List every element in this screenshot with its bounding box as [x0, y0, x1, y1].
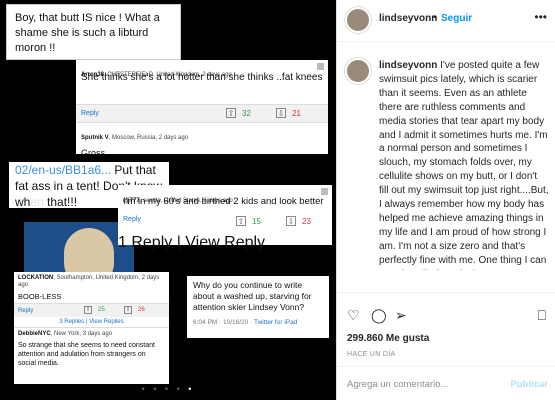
comment-location: , New York, 3 days ago: [50, 331, 113, 337]
avatar[interactable]: [345, 7, 371, 33]
username[interactable]: lindseyvonn: [379, 13, 437, 24]
down-arrow-icon: ⇩: [124, 306, 132, 314]
comment-icon[interactable]: ◯: [371, 307, 387, 324]
avatar[interactable]: [345, 58, 371, 84]
up-arrow-icon: ⇧: [84, 306, 92, 314]
comment-location: , Moscow, Russia, 2 days ago: [108, 135, 189, 141]
reply-link: Reply: [123, 216, 141, 223]
comment-text: She thinks she's a lot hotter than she t…: [81, 72, 323, 83]
comment-input[interactable]: Agrega un comentario...: [347, 379, 448, 390]
comment-footer: Reply ⇧ 32 ⇩ 21: [76, 104, 328, 122]
comment-text: Boy, that butt IS nice ! What a shame sh…: [15, 12, 160, 54]
reply-link: Reply: [18, 308, 34, 314]
post-image[interactable]: Boy, that butt IS nice ! What a shame sh…: [0, 0, 336, 400]
downvote-count: ⇩ 26: [124, 306, 145, 314]
flag-icon: [321, 188, 328, 195]
comment-text-end: that!!!: [43, 195, 78, 209]
comment-card-6: LOCKATION, Southampton, United Kingdom, …: [14, 272, 169, 384]
comment-card-3: Sputnik V, Moscow, Russia, 2 days ago Gr…: [76, 122, 328, 161]
upvote-count: ⇧ 15: [236, 216, 261, 226]
tweet-text: Why do you continue to write about a was…: [193, 280, 312, 312]
comment-meta: Arron38, CHESTERFIELD, United Kingdom, 2…: [76, 60, 328, 78]
comment-text: So strange that she seems to need consta…: [18, 342, 155, 367]
publish-button[interactable]: Publicar: [511, 379, 549, 390]
view-reply-link: 1 Reply | View Reply: [118, 234, 266, 251]
upvote-count: ⇧ 32: [226, 108, 251, 118]
down-arrow-icon: ⇩: [286, 216, 296, 226]
downvote-count: ⇩ 23: [286, 216, 311, 226]
reply-line-card: 1 Reply | View Reply: [118, 233, 332, 251]
likes-count[interactable]: 299.860 Me gusta: [347, 333, 429, 344]
tweet-source: Twitter for iPad: [253, 319, 298, 326]
caption: lindseyvonn I've posted quite a few swim…: [337, 50, 555, 270]
share-icon[interactable]: ➢: [395, 307, 407, 324]
downvote-count: ⇩ 21: [276, 108, 301, 118]
post-timestamp: HACE UN DÍA: [347, 351, 396, 358]
comment-card-1: Boy, that butt IS nice ! What a shame sh…: [6, 4, 181, 60]
up-arrow-icon: ⇧: [226, 108, 236, 118]
article-url: 02/en-us/BB1a6...: [15, 163, 112, 177]
post-sidebar: lindseyvonn • Seguir ••• lindseyvonn I'v…: [336, 0, 555, 400]
commenter-name: LOCKATION: [18, 275, 54, 281]
bookmark-icon[interactable]: ⎕: [538, 307, 546, 324]
reply-link: Reply: [81, 110, 99, 117]
up-arrow-icon: ⇧: [236, 216, 246, 226]
view-replies-link: 3 Replies | View Replies: [14, 317, 169, 328]
carousel-active-dot: •: [188, 384, 195, 394]
action-bar: ♡ ◯ ➢ ⎕: [337, 292, 555, 332]
tweet-card: Why do you continue to write about a was…: [187, 276, 329, 338]
comment-text: BOOB-LESS: [18, 292, 62, 301]
tweet-time: 6:04 PM · 10/16/20 · Twitter for iPad: [193, 319, 298, 326]
caption-body: lindseyvonn I've posted quite a few swim…: [379, 59, 549, 270]
follow-button[interactable]: Seguir: [441, 13, 472, 24]
comment-text: Gross: [81, 148, 106, 158]
down-arrow-icon: ⇩: [276, 108, 286, 118]
more-options-icon[interactable]: •••: [534, 10, 547, 24]
upvote-count: ⇧ 25: [84, 306, 105, 314]
separator-dot: •: [433, 12, 437, 23]
caption-username[interactable]: lindseyvonn: [379, 60, 437, 71]
flag-icon: [317, 63, 324, 70]
caption-text: I've posted quite a few swimsuit pics la…: [379, 60, 549, 270]
carousel-indicator: • • • • •: [141, 384, 195, 394]
obscured-text: en: [30, 195, 44, 209]
commenter-name: Sputnik V: [81, 135, 109, 141]
comment-text: I'm in my 60's and birthed 2 kids and lo…: [123, 196, 324, 207]
comment-footer: Reply ⇧ 15 ⇩ 23: [118, 216, 332, 229]
commenter-name: DebbieNYC: [18, 331, 51, 337]
comment-card-2: Arron38, CHESTERFIELD, United Kingdom, 2…: [76, 60, 328, 158]
heart-icon[interactable]: ♡: [347, 307, 360, 324]
post-header: lindseyvonn • Seguir •••: [337, 0, 555, 42]
comment-footer: Reply ⇧ 25 ⇩ 26: [14, 303, 169, 317]
comment-box: Agrega un comentario... Publicar: [337, 366, 555, 400]
